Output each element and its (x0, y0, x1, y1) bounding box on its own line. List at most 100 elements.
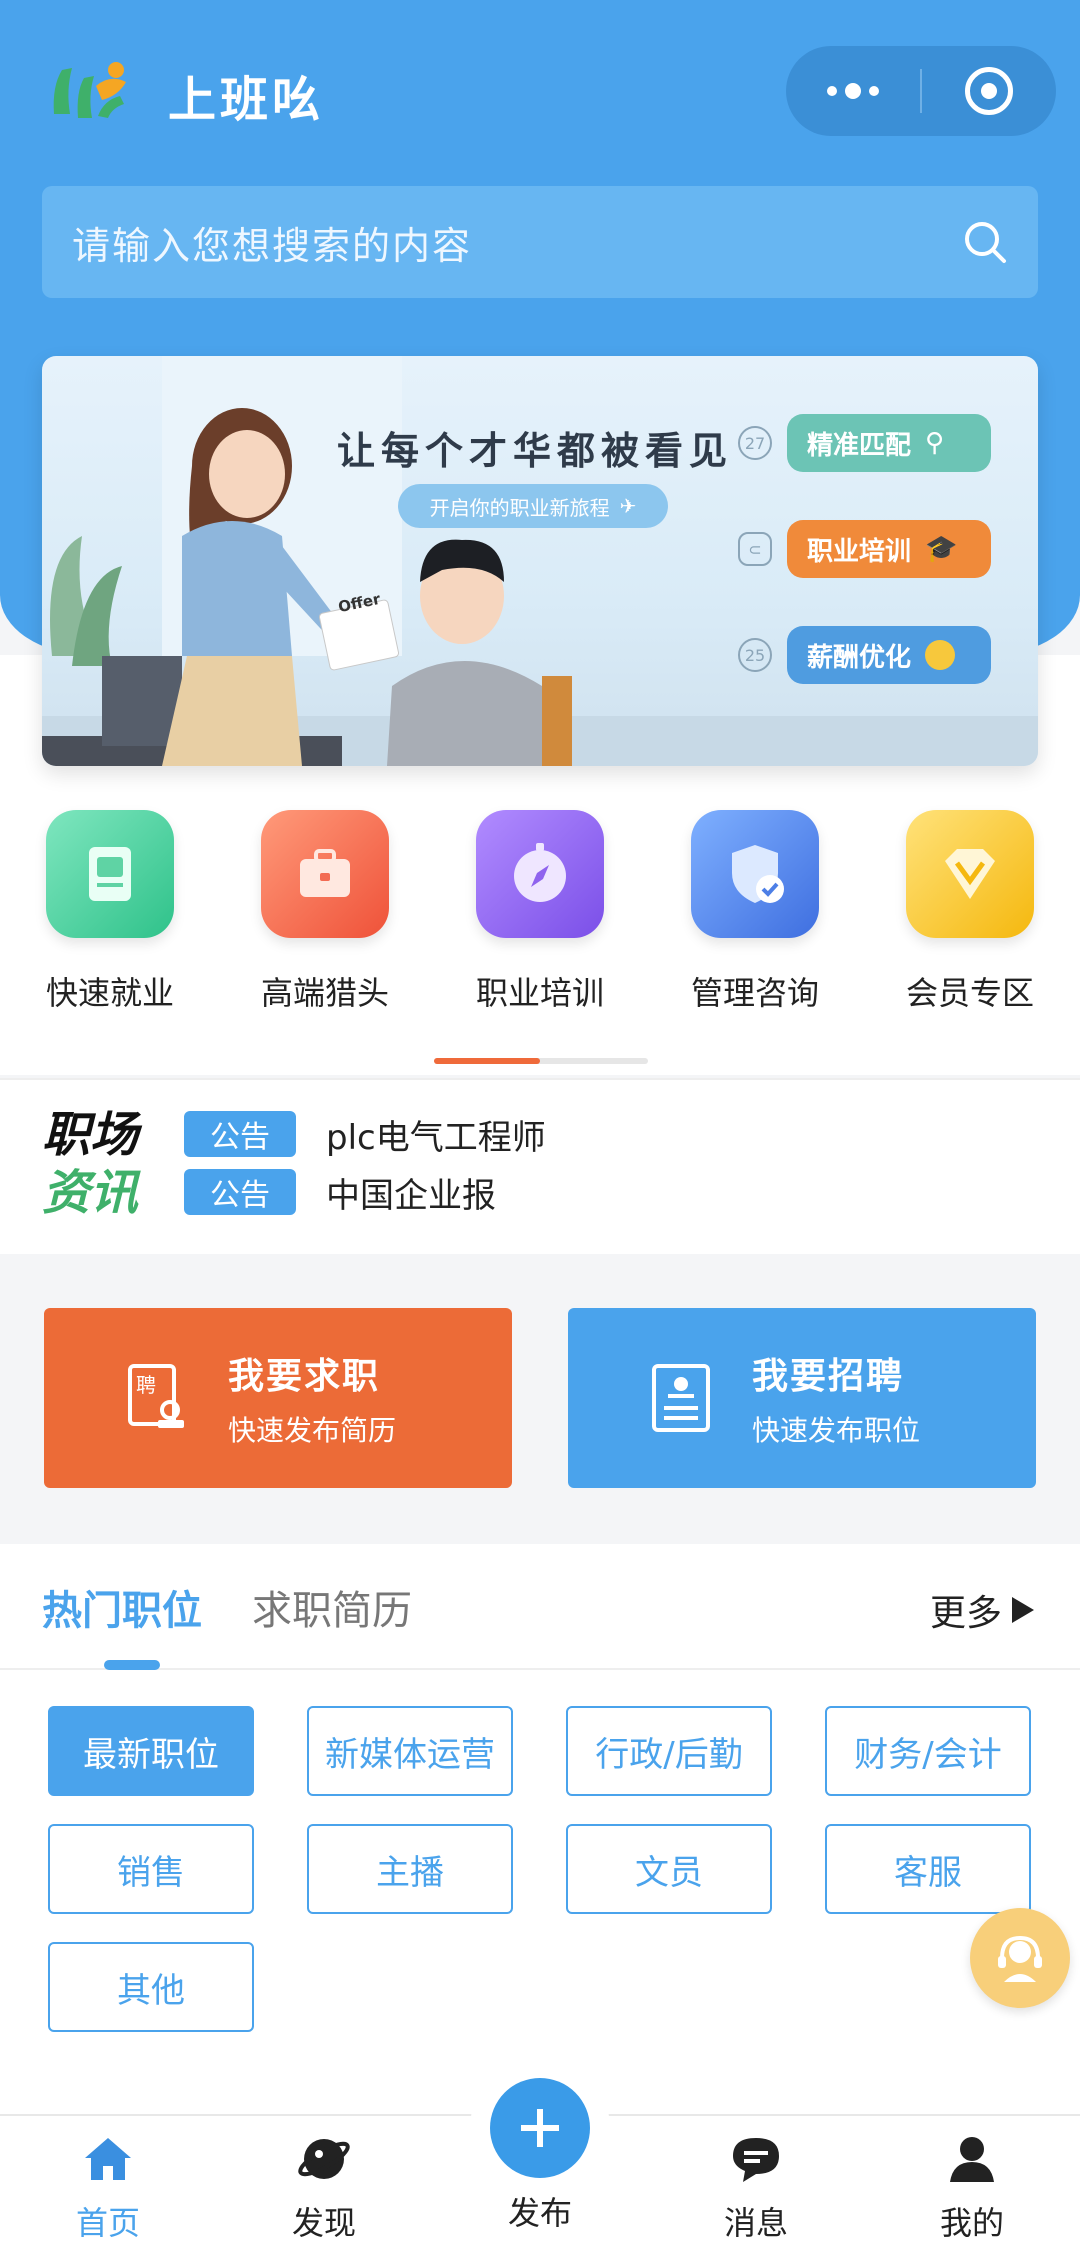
plus-icon (521, 2109, 559, 2147)
news-section: 职场 资讯 公告 plc电气工程师 公告 中国企业报 (0, 1078, 1080, 1254)
svg-text:聘: 聘 (136, 1373, 156, 1397)
news-logo: 职场 资讯 (42, 1106, 138, 1222)
pill-label: 精准匹配 (807, 430, 912, 461)
category-label: 职业培训 (475, 974, 604, 1012)
publish-button-wrap (470, 2058, 610, 2198)
tab-resumes[interactable]: 求职简历 (252, 1578, 412, 1636)
category-label: 会员专区 (905, 974, 1034, 1012)
news-badge: 公告 (184, 1111, 296, 1157)
customer-service-float-button[interactable] (970, 1908, 1070, 2008)
news-title[interactable]: 中国企业报 (326, 1168, 496, 1217)
more-button[interactable] (786, 46, 920, 136)
shield-check-icon (691, 810, 819, 938)
job-seek-button[interactable]: 聘 我要求职 快速发布简历 (44, 1308, 512, 1488)
category-label: 管理咨询 (690, 974, 819, 1012)
chat-bubble-icon (733, 2138, 779, 2182)
publish-button[interactable] (490, 2078, 590, 2178)
tab-label: 发现 (291, 2204, 356, 2242)
graduation-cap-icon: 🎓 (925, 534, 958, 564)
chip-sales[interactable]: 销售 (48, 1824, 254, 1914)
tab-underline (104, 1660, 160, 1670)
compass-icon (476, 810, 604, 938)
job-seek-text: 我要求职 快速发布简历 (228, 1347, 396, 1449)
home-icon (85, 2138, 131, 2180)
tab-messages[interactable]: 消息 (686, 2134, 826, 2244)
news-badge: 公告 (184, 1169, 296, 1215)
banner-subline-text: 开启你的职业新旅程 (429, 495, 610, 520)
category-management-consulting[interactable]: 管理咨询 (665, 810, 845, 1060)
chip-admin[interactable]: 行政/后勤 (566, 1706, 772, 1796)
news-logo-line2: 资讯 (42, 1165, 139, 1221)
tab-label: 我的 (939, 2204, 1004, 2242)
category-scroll-indicator (434, 1058, 648, 1064)
paper-plane-icon: ✈ (619, 494, 637, 518)
id-card-icon (652, 1364, 710, 1432)
diamond-icon (906, 810, 1034, 938)
pill-label: 薪酬优化 (807, 642, 912, 673)
pill-career-training: 职业培训 🎓 (787, 520, 991, 578)
banner-link-icon: ⊂ (738, 532, 772, 566)
header: 上班吆 (0, 0, 1080, 160)
hot-tabs: 热门职位 求职简历 更多 (0, 1544, 1080, 1670)
recruit-text: 我要招聘 快速发布职位 (752, 1347, 920, 1449)
chip-streamer[interactable]: 主播 (307, 1824, 513, 1914)
more-dots-icon (827, 83, 879, 99)
news-item[interactable]: 公告 中国企业报 (184, 1168, 496, 1216)
news-title[interactable]: plc电气工程师 (326, 1110, 546, 1159)
category-career-training[interactable]: 职业培训 (450, 810, 630, 1060)
more-label: 更多 (929, 1593, 1002, 1634)
chip-finance[interactable]: 财务/会计 (825, 1706, 1031, 1796)
app-logo-icon (53, 62, 126, 118)
resume-stamp-icon: 聘 (128, 1364, 184, 1428)
pill-precise-match: 精准匹配 ⚲ (787, 414, 991, 472)
recruit-title: 我要招聘 (752, 1356, 905, 1397)
triangle-right-icon (1012, 1597, 1034, 1623)
job-seek-subtitle: 快速发布简历 (228, 1414, 397, 1447)
job-category-chips: 最新职位 新媒体运营 行政/后勤 财务/会计 销售 主播 文员 客服 其他 (48, 1706, 1038, 2032)
mini-program-capsule (786, 46, 1056, 136)
close-button[interactable] (922, 46, 1056, 136)
headset-icon (998, 1935, 1042, 1982)
tab-discover[interactable]: 发现 (254, 2134, 394, 2244)
category-quick-employment[interactable]: 快速就业 (20, 810, 200, 1060)
tab-home[interactable]: 首页 (38, 2134, 178, 2244)
chip-latest-jobs[interactable]: 最新职位 (48, 1706, 254, 1796)
target-icon (965, 67, 1013, 115)
tab-label: 首页 (75, 2204, 140, 2242)
recruit-subtitle: 快速发布职位 (752, 1414, 921, 1447)
search-input[interactable]: 请输入您想搜索的内容 (72, 215, 962, 270)
search-bar[interactable]: 请输入您想搜索的内容 (42, 186, 1038, 298)
more-link[interactable]: 更多 (930, 1584, 1034, 1636)
promo-banner[interactable]: Offer 让每个才华都被看见 开启你的职业新旅程 ✈ 27 ⊂ 25 精准匹配… (42, 356, 1038, 766)
chip-other[interactable]: 其他 (48, 1942, 254, 2032)
chip-new-media[interactable]: 新媒体运营 (307, 1706, 513, 1796)
job-seek-title: 我要求职 (228, 1356, 381, 1397)
chip-customer-service[interactable]: 客服 (825, 1824, 1031, 1914)
user-icon (950, 2137, 994, 2182)
news-logo-line1: 职场 (42, 1107, 139, 1163)
category-member-zone[interactable]: 会员专区 (880, 810, 1060, 1060)
category-headhunting[interactable]: 高端猎头 (235, 810, 415, 1060)
app-title: 上班吆 (168, 72, 325, 128)
document-icon (46, 810, 174, 938)
banner-subline: 开启你的职业新旅程 ✈ (398, 484, 668, 528)
banner-mark-1: 27 (738, 426, 772, 460)
briefcase-icon (261, 810, 389, 938)
search-icon[interactable] (962, 219, 1008, 265)
app-screen: 上班吆 请输入您想搜索的内容 Offer 让每个才华都被看见 开启你的职业新旅程… (0, 0, 1080, 2263)
pill-label: 职业培训 (807, 536, 912, 567)
recruit-button[interactable]: 我要招聘 快速发布职位 (568, 1308, 1036, 1488)
planet-icon (298, 2139, 350, 2179)
tab-mine[interactable]: 我的 (902, 2134, 1042, 2244)
hot-jobs-section: 热门职位 求职简历 更多 最新职位 新媒体运营 行政/后勤 财务/会计 销售 主… (0, 1544, 1080, 2114)
chip-clerk[interactable]: 文员 (566, 1824, 772, 1914)
quick-actions: 聘 我要求职 快速发布简历 我要招聘 快速发布职位 (0, 1254, 1080, 1544)
pill-salary-optimize: 薪酬优化 (787, 626, 991, 684)
banner-mark-2: 25 (738, 638, 772, 672)
coin-icon (925, 640, 956, 670)
category-label: 高端猎头 (260, 974, 389, 1012)
banner-headline: 让每个才华都被看见 (337, 429, 734, 473)
news-item[interactable]: 公告 plc电气工程师 (184, 1110, 546, 1158)
tab-hot-jobs[interactable]: 热门职位 (42, 1578, 202, 1636)
tab-label: 消息 (723, 2204, 788, 2242)
